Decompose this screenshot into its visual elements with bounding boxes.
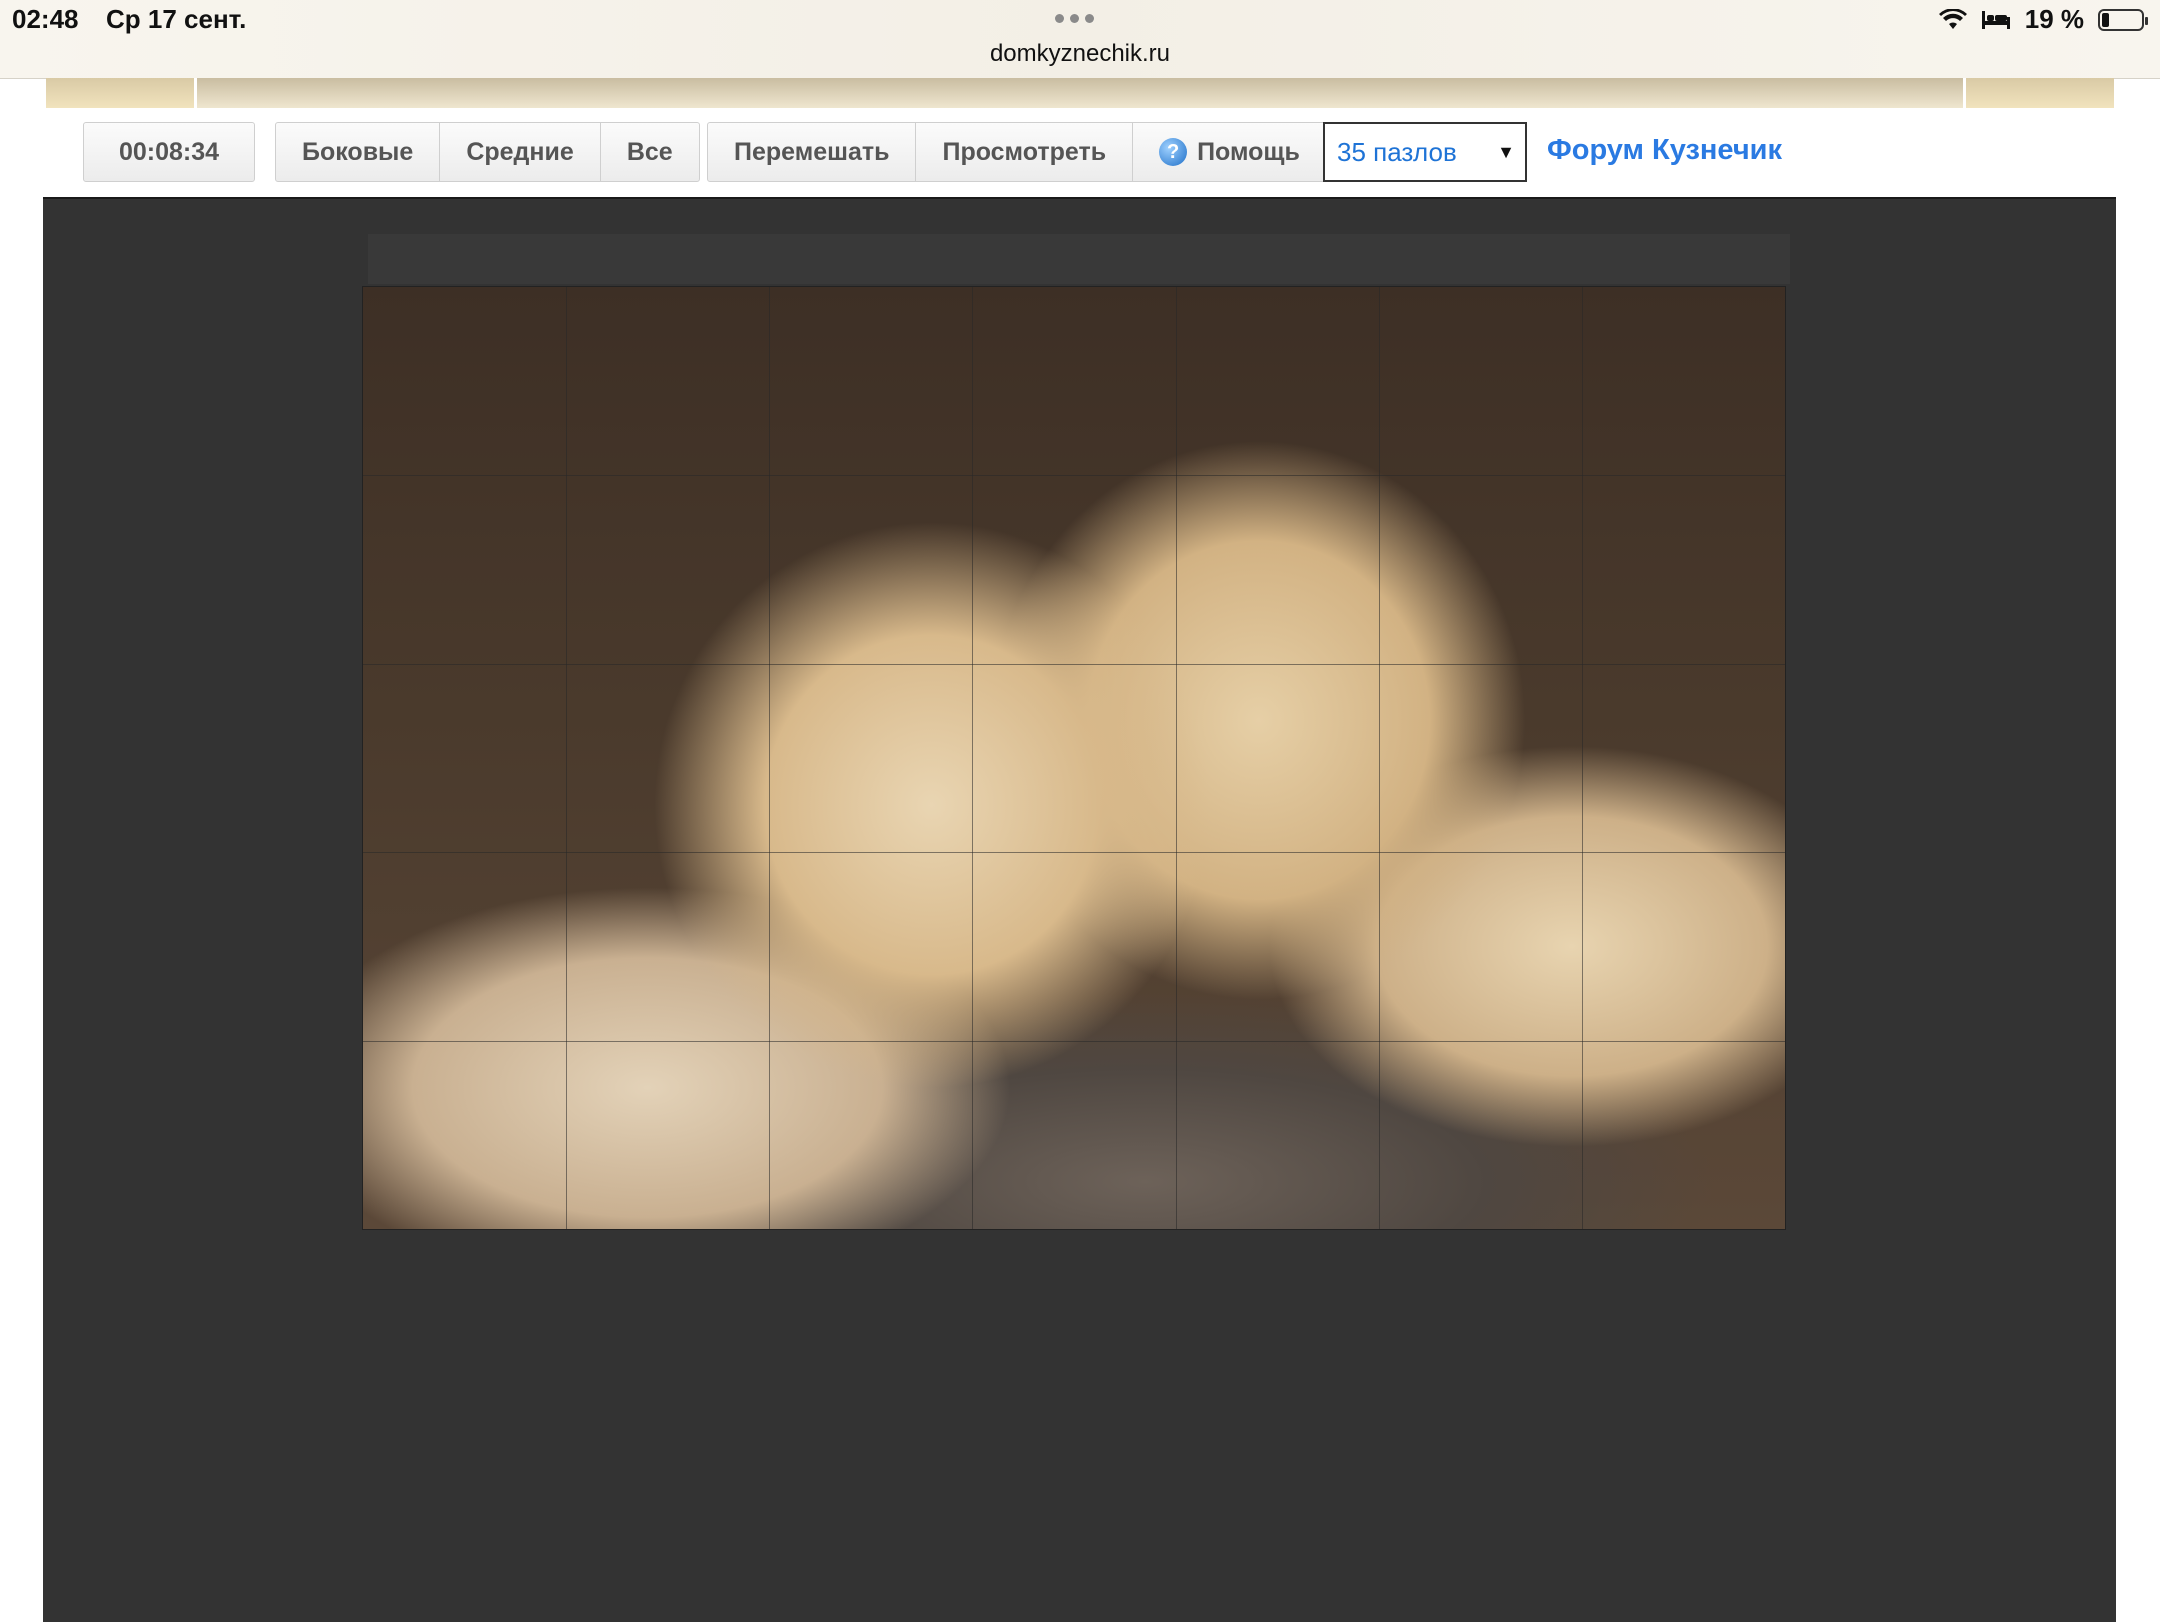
timer-box: 00:08:34	[83, 122, 255, 182]
puzzle-board	[43, 197, 2116, 1622]
all-pieces-button[interactable]: Все	[601, 123, 699, 181]
puzzle-grid-line	[1581, 287, 1583, 1229]
help-label: Помощь	[1197, 137, 1300, 166]
puzzle-grid-line	[363, 852, 1785, 854]
browser-top-bar: 02:48 Ср 17 сент. domkyznechik.ru 19 %	[0, 0, 2160, 79]
site-header-banner	[46, 78, 2114, 108]
pieces-count-value: 35 пазлов	[1337, 136, 1457, 167]
puzzle-grid-line	[566, 287, 568, 1229]
puzzle-grid-line	[363, 1040, 1785, 1042]
puzzle-grid-line	[363, 663, 1785, 665]
puzzle-grid-line	[972, 287, 974, 1229]
battery-percent: 19 %	[2024, 4, 2084, 34]
puzzle-grid-line	[363, 475, 1785, 477]
status-right: 19 %	[1938, 4, 2148, 35]
more-dots-icon[interactable]	[1055, 14, 1094, 23]
preview-button[interactable]: Просмотреть	[916, 123, 1134, 181]
status-time: 02:48	[12, 4, 79, 34]
middle-pieces-button[interactable]: Средние	[440, 123, 601, 181]
dropdown-caret-icon: ▼	[1497, 142, 1515, 162]
pieces-count-select[interactable]: 35 пазлов ▼	[1323, 122, 1527, 182]
board-top-shadow	[368, 234, 1790, 284]
help-button[interactable]: ? Помощь	[1133, 123, 1326, 181]
actions-group: Перемешать Просмотреть ? Помощь	[707, 122, 1327, 182]
shuffle-button[interactable]: Перемешать	[708, 123, 917, 181]
puzzle-image-lions[interactable]	[363, 287, 1785, 1229]
puzzle-grid-line	[1175, 287, 1177, 1229]
sleep-bed-icon	[1981, 10, 2010, 29]
side-pieces-button[interactable]: Боковые	[276, 123, 441, 181]
help-globe-icon: ?	[1159, 138, 1188, 166]
puzzle-grid-line	[1378, 287, 1380, 1229]
puzzle-grid-line	[769, 287, 771, 1229]
battery-icon	[2098, 8, 2148, 31]
wifi-icon	[1938, 8, 1967, 29]
status-date: Ср 17 сент.	[106, 4, 247, 34]
address-bar-url[interactable]: domkyznechik.ru	[0, 40, 2160, 68]
forum-link[interactable]: Форум Кузнечик	[1547, 134, 1782, 167]
edges-filter-group: Боковые Средние Все	[275, 122, 700, 182]
timer-display: 00:08:34	[118, 137, 220, 166]
puzzle-toolbar: 00:08:34 Боковые Средние Все Перемешать …	[0, 122, 2160, 186]
